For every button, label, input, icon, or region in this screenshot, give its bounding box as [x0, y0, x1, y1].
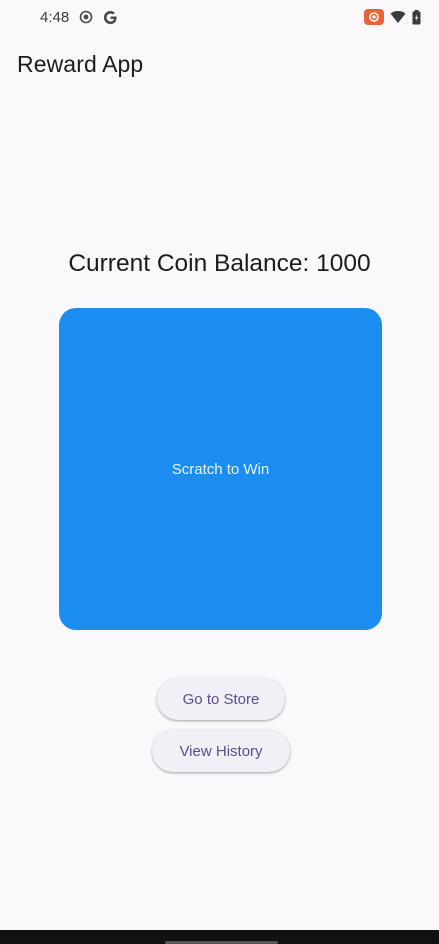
scratch-card[interactable]: Scratch to Win: [59, 308, 382, 630]
wifi-icon: [390, 10, 406, 24]
battery-icon: [412, 9, 421, 25]
cast-icon: [364, 9, 384, 25]
google-icon: [103, 10, 118, 25]
app-title: Reward App: [17, 50, 144, 77]
go-to-store-button[interactable]: Go to Store: [157, 678, 285, 720]
coin-balance: Current Coin Balance: 1000: [68, 250, 371, 277]
status-right: [364, 9, 421, 25]
radio-icon: [79, 10, 93, 24]
status-left: 4:48: [40, 9, 118, 26]
app-bar: Reward App: [0, 36, 439, 92]
status-bar: 4:48: [0, 0, 439, 34]
view-history-button[interactable]: View History: [152, 730, 290, 772]
scratch-card-label: Scratch to Win: [171, 460, 270, 478]
screen: 4:48 Reward App Current Coin Balance: 10…: [0, 0, 439, 944]
status-time: 4:48: [40, 8, 70, 26]
